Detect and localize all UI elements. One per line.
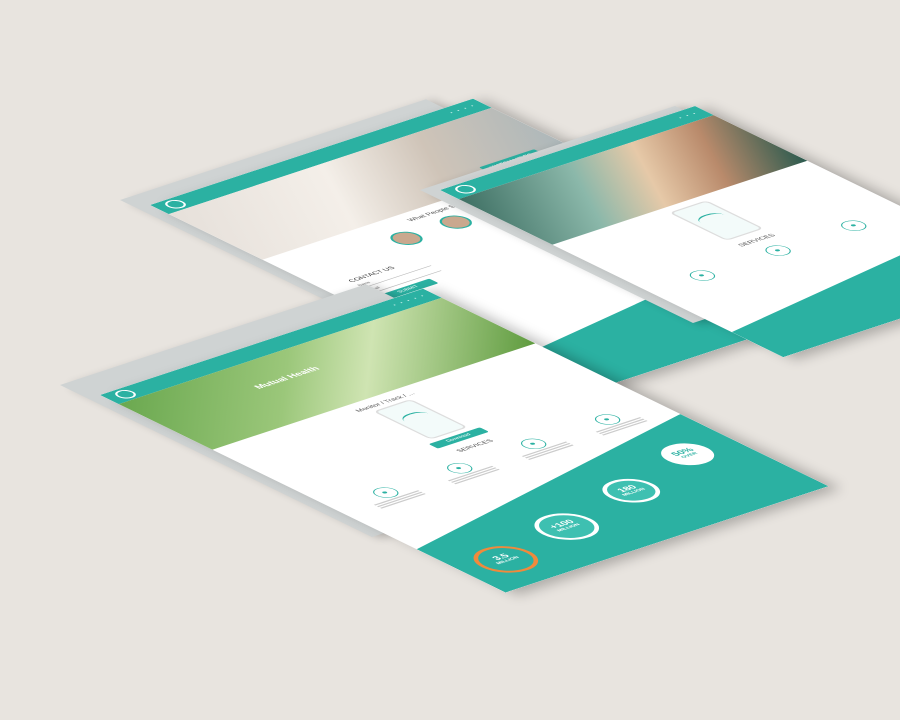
hero-headline: Mutual Health (251, 365, 323, 391)
stat-circle: +100 MILLION (521, 508, 612, 545)
person-icon: ● (684, 268, 721, 283)
stat-circle: 3.5 MILLION (460, 541, 551, 578)
phone-app-image (668, 200, 765, 241)
mockup-scene: •••• WATCH VIDEO What People Say CONTACT… (0, 0, 900, 720)
stat-circle: 50% OVER (644, 436, 732, 472)
phone-app-image (373, 399, 469, 440)
person-icon: ● (836, 218, 872, 233)
stat-circle: 180 MILLION (591, 474, 673, 507)
services-heading: SERVICES (736, 232, 778, 248)
person-icon: ● (760, 243, 797, 258)
avatar (383, 229, 430, 248)
nav-menu: • • • (677, 112, 699, 120)
